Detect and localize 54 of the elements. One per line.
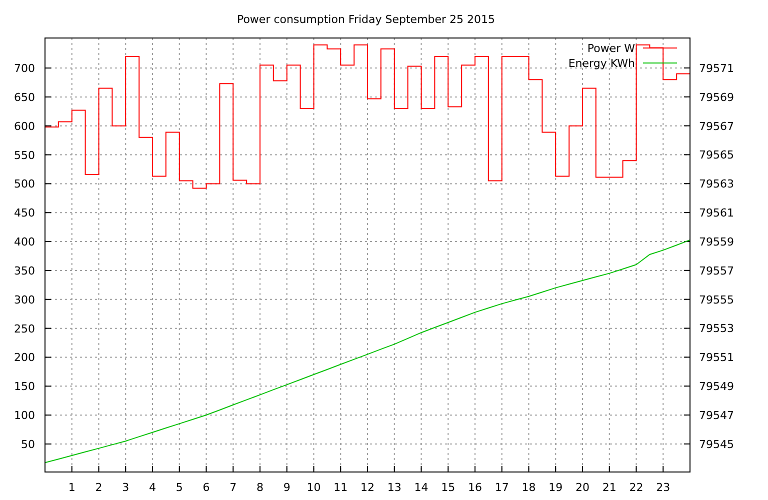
x-tick-label: 15 [441,481,456,494]
x-tick-label: 6 [202,481,210,494]
x-tick-label: 12 [360,481,374,494]
y2-tick-label: 79555 [699,293,734,306]
x-tick-label: 4 [149,481,156,494]
x-tick-label: 21 [602,481,616,494]
y-tick-label: 400 [14,236,35,249]
x-tick-label: 19 [548,481,563,494]
y-tick-label: 200 [14,351,35,364]
x-tick-label: 13 [387,481,402,494]
x-tick-label: 9 [283,481,290,494]
y2-tick-label: 79569 [699,90,734,104]
y2-tick-label: 79557 [699,264,734,278]
y-tick-label: 550 [14,148,35,162]
y2-tick-label: 79565 [699,148,734,162]
y2-tick-label: 79567 [699,120,734,133]
x-tick-label: 7 [230,481,237,494]
x-tick-label: 14 [414,481,428,494]
y-tick-label: 300 [14,293,35,306]
y2-tick-label: 79545 [699,438,734,451]
y-tick-label: 650 [14,90,35,104]
x-tick-label: 5 [176,481,183,494]
x-tick-label: 1 [68,481,76,494]
y-tick-label: 100 [14,409,35,422]
y-tick-label: 500 [14,178,35,191]
y-tick-label: 350 [14,264,35,278]
chart-title: Power consumption Friday September 25 2015 [236,13,496,26]
legend-label: Energy KWh [568,57,635,70]
x-tick-label: 3 [122,481,130,494]
x-tick-label: 22 [629,481,644,494]
y2-tick-label: 79563 [699,178,734,191]
x-tick-label: 8 [256,481,264,494]
y-tick-label: 450 [14,206,35,220]
y-tick-label: 600 [14,120,35,133]
x-tick-label: 11 [334,481,348,494]
x-tick-label: 10 [306,481,321,494]
x-tick-label: 16 [468,481,482,494]
y2-tick-label: 79553 [699,322,734,336]
x-tick-label: 17 [494,481,509,494]
x-tick-label: 23 [656,481,670,494]
y-tick-label: 50 [21,438,35,451]
x-tick-label: 2 [95,481,102,494]
y-tick-label: 250 [14,322,35,336]
x-tick-label: 20 [576,481,590,494]
y2-tick-label: 79571 [699,62,734,75]
y2-tick-label: 79551 [699,351,734,364]
x-tick-label: 18 [522,481,536,494]
legend-label: Power W [587,42,635,55]
y2-tick-label: 79559 [699,235,734,248]
y2-tick-label: 79549 [699,380,734,394]
y-tick-label: 150 [14,380,35,394]
y-tick-label: 700 [14,62,35,76]
y2-tick-label: 79547 [699,409,734,422]
y2-tick-label: 79561 [699,206,734,220]
